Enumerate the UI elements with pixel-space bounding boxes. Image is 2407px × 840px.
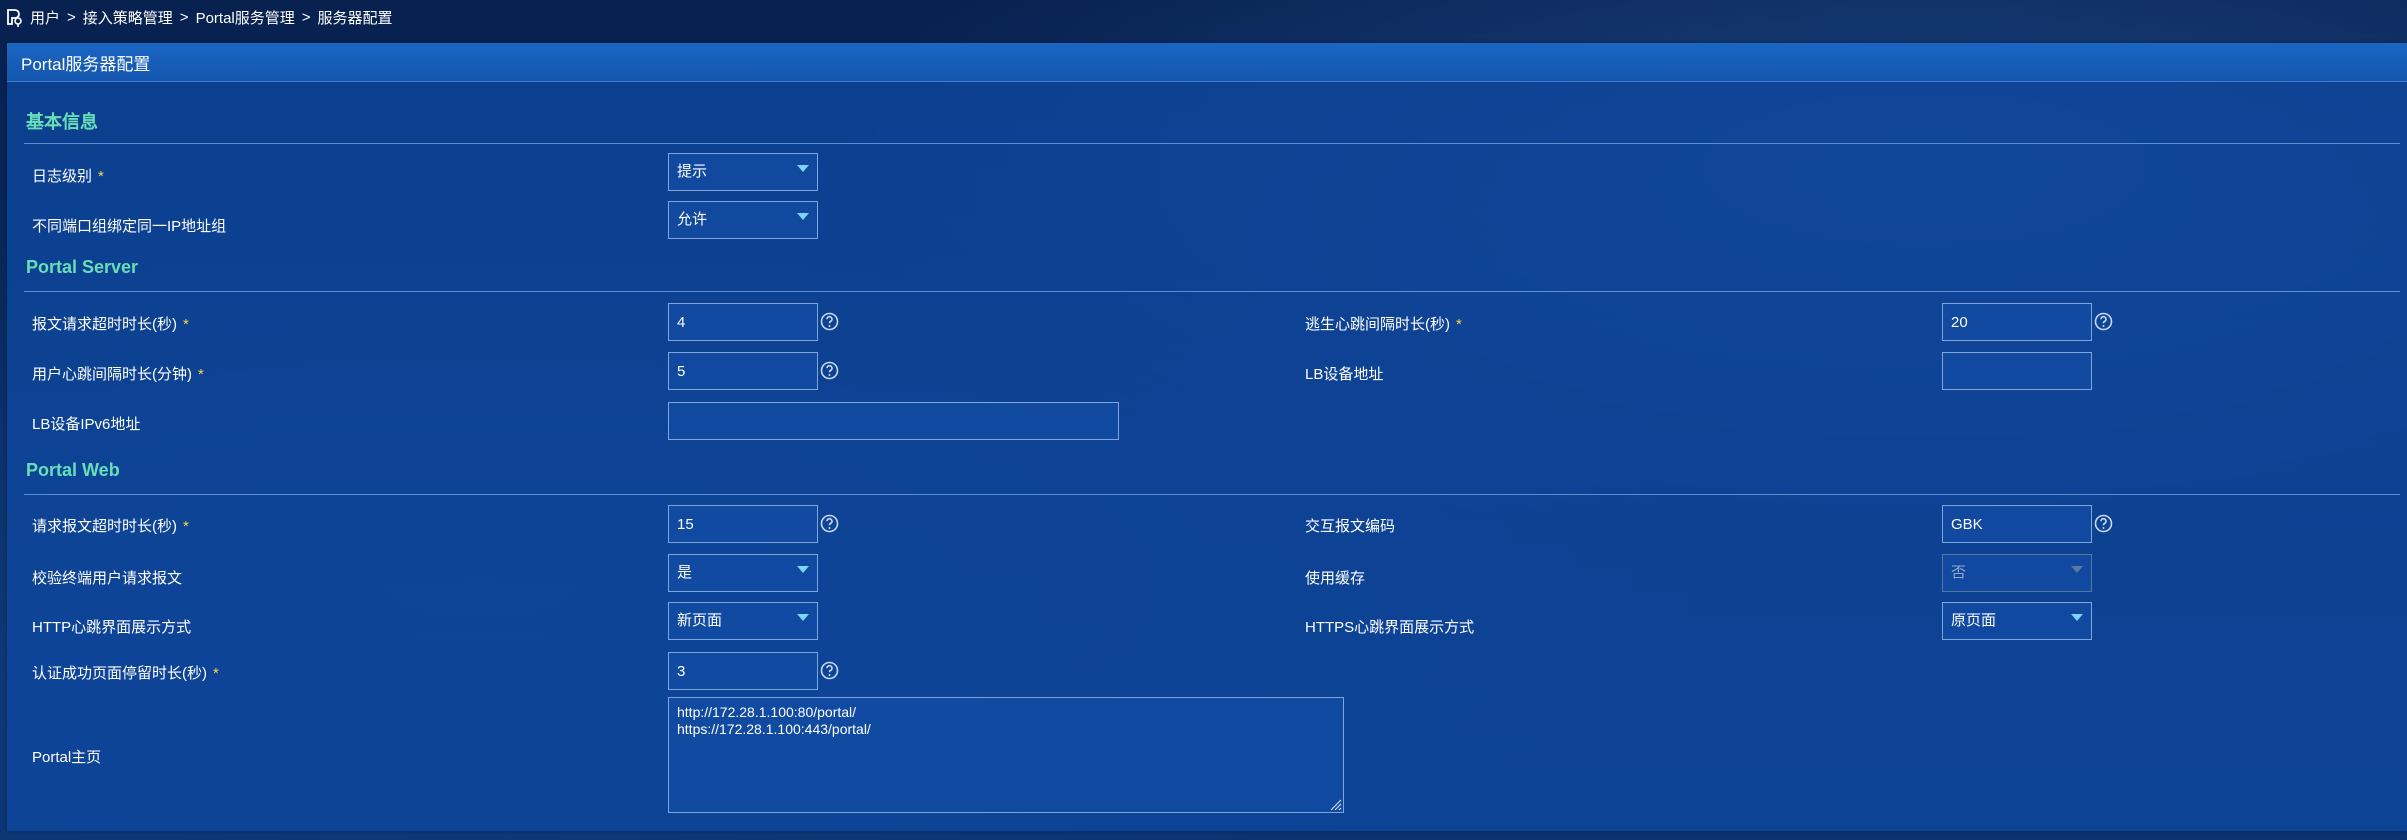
breadcrumb-separator: > <box>67 8 76 26</box>
log-level-select[interactable]: 提示 <box>668 153 818 191</box>
user-heartbeat-label: 用户心跳间隔时长(分钟) * <box>32 366 204 383</box>
use-cache-label: 使用缓存 <box>1305 570 1366 587</box>
lb-ipv6-label: LB设备IPv6地址 <box>32 416 141 433</box>
verify-request-select[interactable]: 是 <box>668 554 818 592</box>
http-heartbeat-label: HTTP心跳界面展示方式 <box>32 619 192 636</box>
verify-request-label: 校验终端用户请求报文 <box>32 570 183 587</box>
section-title-basic: 基本信息 <box>26 112 98 132</box>
breadcrumb-separator: > <box>179 8 189 26</box>
required-mark: * <box>213 665 219 682</box>
server-request-timeout-label: 报文请求超时时长(秒) * <box>32 316 189 333</box>
user-location-icon <box>7 9 22 27</box>
question-circle-icon[interactable] <box>2094 312 2113 331</box>
success-stay-input[interactable] <box>668 652 818 690</box>
section-divider <box>24 494 2400 495</box>
caret-down-icon <box>2071 566 2083 573</box>
question-circle-icon[interactable] <box>820 312 839 331</box>
lb-address-input[interactable] <box>1942 352 2092 390</box>
http-heartbeat-select[interactable]: 新页面 <box>668 602 818 640</box>
resize-grip-icon[interactable] <box>1328 797 1342 811</box>
caret-down-icon <box>797 566 809 573</box>
homepage-label: Portal主页 <box>32 749 102 766</box>
breadcrumb-item-portal-service[interactable]: Portal服务管理 <box>196 7 295 28</box>
same-ip-group-select[interactable]: 允许 <box>668 201 818 239</box>
encoding-input[interactable] <box>1942 505 2092 543</box>
required-mark: * <box>98 168 104 185</box>
web-request-timeout-label: 请求报文超时时长(秒) * <box>32 518 189 535</box>
question-circle-icon[interactable] <box>820 661 839 680</box>
required-mark: * <box>183 518 189 535</box>
section-title-portal-web: Portal Web <box>26 460 120 480</box>
https-heartbeat-select[interactable]: 原页面 <box>1942 602 2092 640</box>
escape-heartbeat-label: 逃生心跳间隔时长(秒) * <box>1305 316 1462 333</box>
caret-down-icon <box>2071 614 2083 621</box>
homepage-textarea[interactable]: http://172.28.1.100:80/portal/ https://1… <box>668 697 1344 813</box>
question-circle-icon[interactable] <box>820 514 839 533</box>
breadcrumb-item-access-policy[interactable]: 接入策略管理 <box>83 7 173 28</box>
web-request-timeout-input[interactable] <box>668 505 818 543</box>
use-cache-select: 否 <box>1942 554 2092 592</box>
escape-heartbeat-input[interactable] <box>1942 303 2092 341</box>
panel-title: Portal服务器配置 <box>7 43 2407 82</box>
breadcrumb-item-server-config: 服务器配置 <box>317 9 393 27</box>
breadcrumb-item-user[interactable]: 用户 <box>30 7 60 28</box>
section-title-portal-server: Portal Server <box>26 257 139 277</box>
section-divider <box>24 291 2400 292</box>
breadcrumb-separator: > <box>301 8 311 26</box>
lb-ipv6-input[interactable] <box>668 402 1119 440</box>
caret-down-icon <box>797 614 809 621</box>
required-mark: * <box>198 366 204 383</box>
required-mark: * <box>1456 316 1462 333</box>
encoding-label: 交互报文编码 <box>1305 518 1396 535</box>
breadcrumb: 用户 > 接入策略管理 > Portal服务管理 > 服务器配置 <box>0 0 2407 34</box>
log-level-label: 日志级别 * <box>32 168 104 185</box>
question-circle-icon[interactable] <box>2094 514 2113 533</box>
section-divider <box>24 143 2400 144</box>
https-heartbeat-label: HTTPS心跳界面展示方式 <box>1305 619 1475 636</box>
server-request-timeout-input[interactable] <box>668 303 818 341</box>
caret-down-icon <box>797 213 809 220</box>
success-stay-label: 认证成功页面停留时长(秒) * <box>32 665 219 682</box>
question-circle-icon[interactable] <box>820 361 839 380</box>
required-mark: * <box>183 316 189 333</box>
same-ip-group-label: 不同端口组绑定同一IP地址组 <box>32 218 227 235</box>
lb-address-label: LB设备地址 <box>1305 366 1384 383</box>
caret-down-icon <box>797 165 809 172</box>
user-heartbeat-input[interactable] <box>668 352 818 390</box>
